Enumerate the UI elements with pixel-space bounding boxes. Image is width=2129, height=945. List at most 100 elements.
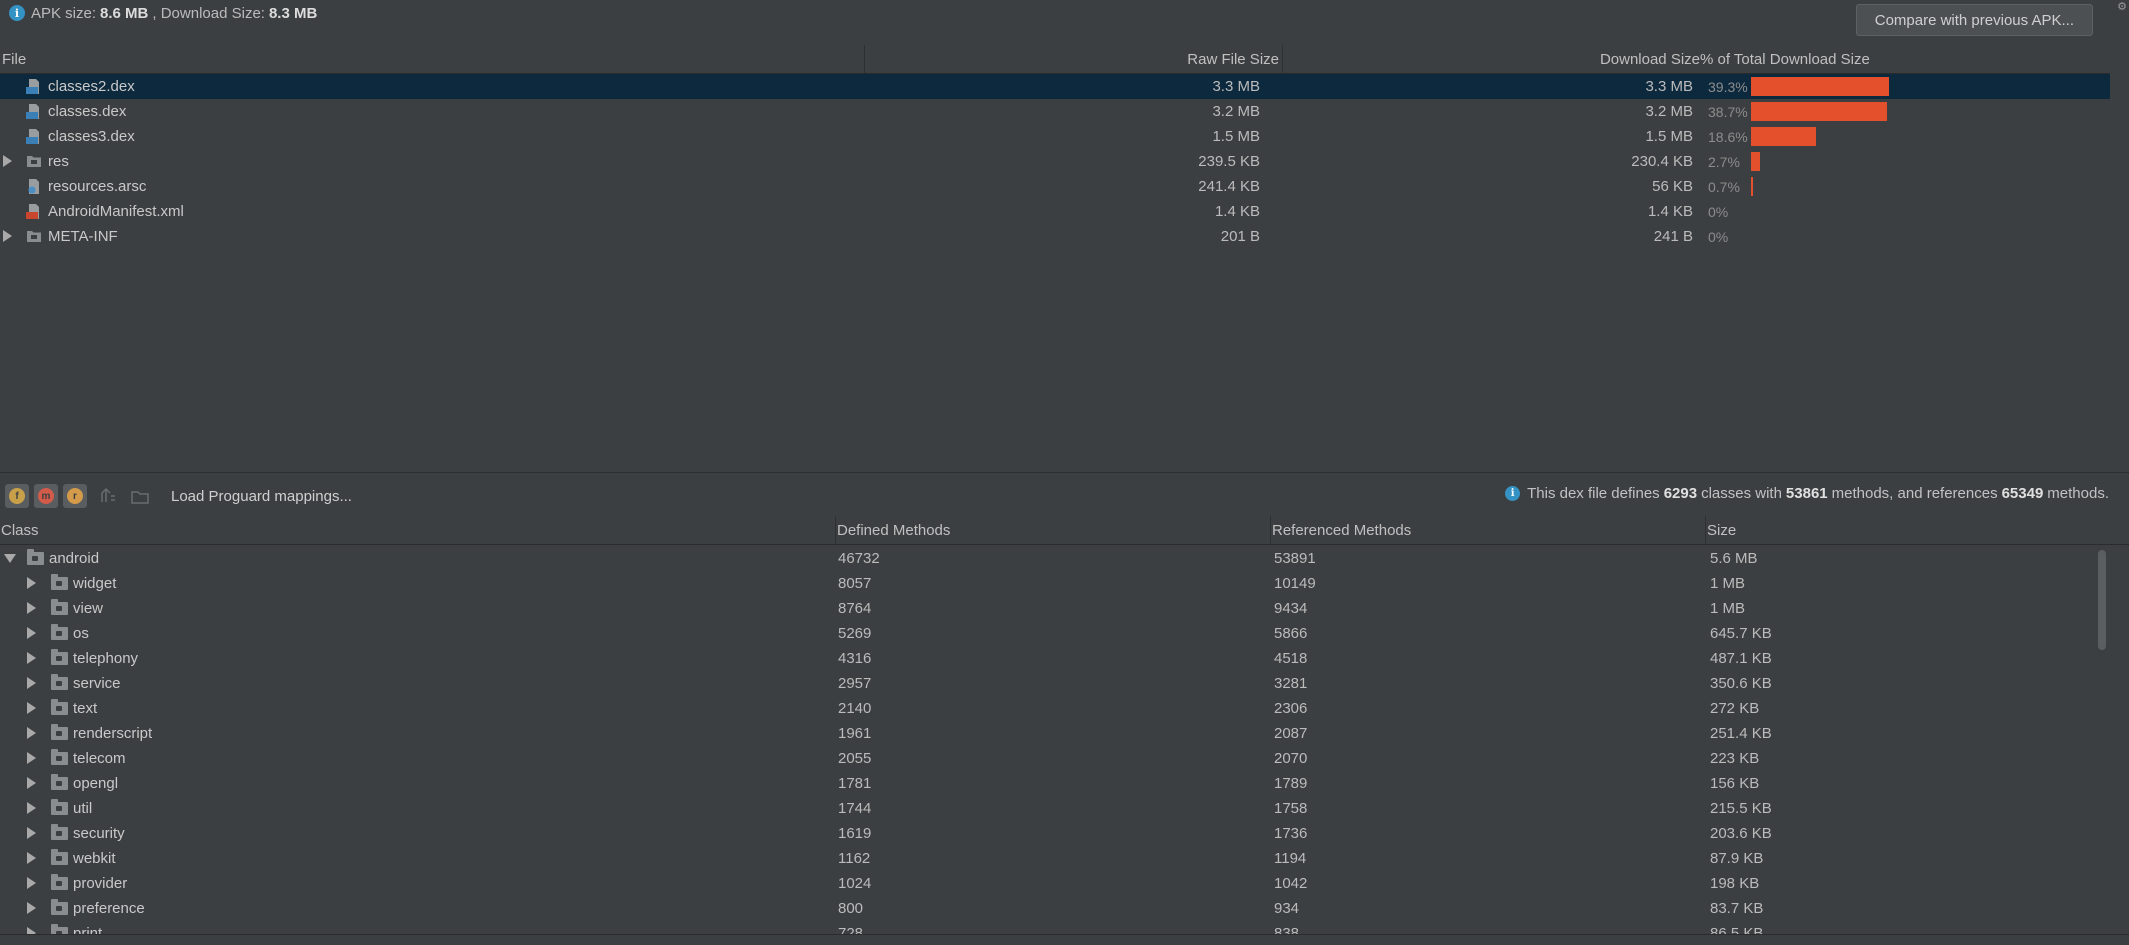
raw-size: 3.3 MB [1212, 78, 1260, 95]
file-name: classes.dex [48, 103, 127, 120]
expand-arrow-icon[interactable] [3, 155, 12, 167]
package-folder-icon [51, 874, 68, 890]
file-name: classes3.dex [48, 128, 135, 145]
referenced-methods: 4518 [1274, 650, 1308, 667]
class-tree-row[interactable]: text 2140 2306 272 KB [0, 696, 2095, 721]
referenced-methods: 1758 [1274, 800, 1308, 817]
panel-splitter[interactable] [0, 472, 2129, 473]
file-row[interactable]: classes.dex 3.2 MB 3.2 MB 38.7% [0, 99, 2110, 124]
column-download-size[interactable]: Download Size [1283, 45, 1700, 73]
expand-arrow-icon[interactable] [27, 777, 36, 789]
column-defined-methods[interactable]: Defined Methods [836, 516, 1271, 544]
defined-methods: 8764 [838, 600, 872, 617]
class-name: print [73, 925, 103, 934]
package-folder-icon [51, 699, 68, 715]
apk-summary: i APK size: 8.6 MB , Download Size: 8.3 … [0, 0, 2110, 26]
expand-arrow-icon[interactable] [27, 752, 36, 764]
deobfuscate-button[interactable] [97, 485, 119, 507]
percent-label: 38.7% [1708, 103, 1748, 120]
expand-arrow-icon[interactable] [27, 702, 36, 714]
file-row[interactable]: META-INF 201 B 241 B 0% [0, 224, 2110, 249]
dex-info: i This dex file defines 6293 classes wit… [1505, 485, 2109, 502]
expand-arrow-icon[interactable] [27, 852, 36, 864]
defined-methods: 5269 [838, 625, 872, 642]
class-name: preference [73, 900, 145, 917]
class-tree-row[interactable]: widget 8057 10149 1 MB [0, 571, 2095, 596]
class-tree-row[interactable]: renderscript 1961 2087 251.4 KB [0, 721, 2095, 746]
class-tree-row[interactable]: telephony 4316 4518 487.1 KB [0, 646, 2095, 671]
class-tree-row[interactable]: security 1619 1736 203.6 KB [0, 821, 2095, 846]
class-name: opengl [73, 775, 119, 792]
expand-arrow-icon[interactable] [27, 627, 36, 639]
download-size-label: , Download Size: [152, 4, 265, 22]
file-row[interactable]: res 239.5 KB 230.4 KB 2.7% [0, 149, 2110, 174]
load-mapping-folder-button[interactable] [129, 485, 151, 507]
class-tree-row[interactable]: util 1744 1758 215.5 KB [0, 796, 2095, 821]
defined-methods: 1781 [838, 775, 872, 792]
class-name: webkit [73, 850, 116, 867]
class-tree-row[interactable]: view 8764 9434 1 MB [0, 596, 2095, 621]
download-size: 230.4 KB [1631, 153, 1693, 170]
referenced-methods: 10149 [1274, 575, 1316, 592]
percent-bar [1751, 177, 1753, 196]
class-tree-row[interactable]: android 46732 53891 5.6 MB [0, 546, 2095, 571]
percent-label: 2.7% [1708, 153, 1740, 170]
class-tree-scrollbar[interactable] [2095, 546, 2109, 934]
column-referenced-methods[interactable]: Referenced Methods [1271, 516, 1706, 544]
expand-arrow-icon[interactable] [3, 230, 12, 242]
dex-file-icon [26, 103, 42, 120]
column-percent[interactable]: % of Total Download Size [1700, 45, 2110, 73]
download-size: 3.3 MB [1645, 78, 1693, 95]
percent-bar [1751, 152, 1760, 171]
collapse-arrow-icon[interactable] [4, 554, 16, 563]
folder-icon [26, 228, 42, 245]
expand-arrow-icon[interactable] [27, 677, 36, 689]
referenced-methods: 53891 [1274, 550, 1316, 567]
file-row[interactable]: AndroidManifest.xml 1.4 KB 1.4 KB 0% [0, 199, 2110, 224]
file-row[interactable]: classes3.dex 1.5 MB 1.5 MB 18.6% [0, 124, 2110, 149]
file-row[interactable]: classes2.dex 3.3 MB 3.3 MB 39.3% [0, 74, 2110, 99]
load-proguard-mappings-link[interactable]: Load Proguard mappings... [171, 488, 352, 505]
dex-class-count: 6293 [1663, 485, 1698, 502]
scrollbar-thumb[interactable] [2098, 550, 2106, 650]
gear-icon[interactable]: ⚙ [2117, 0, 2127, 13]
expand-arrow-icon[interactable] [27, 877, 36, 889]
class-tree-row[interactable]: webkit 1162 1194 87.9 KB [0, 846, 2095, 871]
column-size[interactable]: Size [1706, 516, 2129, 544]
package-folder-icon [27, 549, 44, 565]
show-methods-button[interactable]: m [34, 484, 58, 508]
show-fields-button[interactable]: f [5, 484, 29, 508]
show-references-icon: r [67, 488, 83, 504]
expand-arrow-icon[interactable] [27, 802, 36, 814]
expand-arrow-icon[interactable] [27, 602, 36, 614]
file-row[interactable]: resources.arsc 241.4 KB 56 KB 0.7% [0, 174, 2110, 199]
expand-arrow-icon[interactable] [27, 577, 36, 589]
class-size: 156 KB [1710, 775, 1760, 792]
expand-arrow-icon[interactable] [27, 652, 36, 664]
download-size: 1.4 KB [1647, 203, 1693, 220]
class-tree-row[interactable]: print 728 838 86.5 KB [0, 921, 2095, 934]
info-icon: i [9, 5, 25, 21]
expand-arrow-icon[interactable] [27, 927, 36, 934]
expand-arrow-icon[interactable] [27, 902, 36, 914]
class-tree-row[interactable]: os 5269 5866 645.7 KB [0, 621, 2095, 646]
class-tree-row[interactable]: provider 1024 1042 198 KB [0, 871, 2095, 896]
column-class[interactable]: Class [0, 516, 836, 544]
expand-arrow-icon[interactable] [27, 827, 36, 839]
show-references-button[interactable]: r [63, 484, 87, 508]
class-tree-row[interactable]: opengl 1781 1789 156 KB [0, 771, 2095, 796]
referenced-methods: 3281 [1274, 675, 1308, 692]
column-file[interactable]: File [0, 45, 865, 73]
class-name: widget [73, 575, 117, 592]
class-tree-row[interactable]: service 2957 3281 350.6 KB [0, 671, 2095, 696]
column-raw-size[interactable]: Raw File Size [865, 45, 1283, 73]
class-table-header: Class Defined Methods Referenced Methods… [0, 516, 2129, 545]
compare-apk-button[interactable]: Compare with previous APK... [1855, 4, 2093, 36]
class-tree-row[interactable]: telecom 2055 2070 223 KB [0, 746, 2095, 771]
package-folder-icon [51, 599, 68, 615]
package-folder-icon [51, 849, 68, 865]
expand-arrow-icon[interactable] [27, 727, 36, 739]
referenced-methods: 1194 [1274, 850, 1307, 867]
class-name: provider [73, 875, 128, 892]
class-tree-row[interactable]: preference 800 934 83.7 KB [0, 896, 2095, 921]
